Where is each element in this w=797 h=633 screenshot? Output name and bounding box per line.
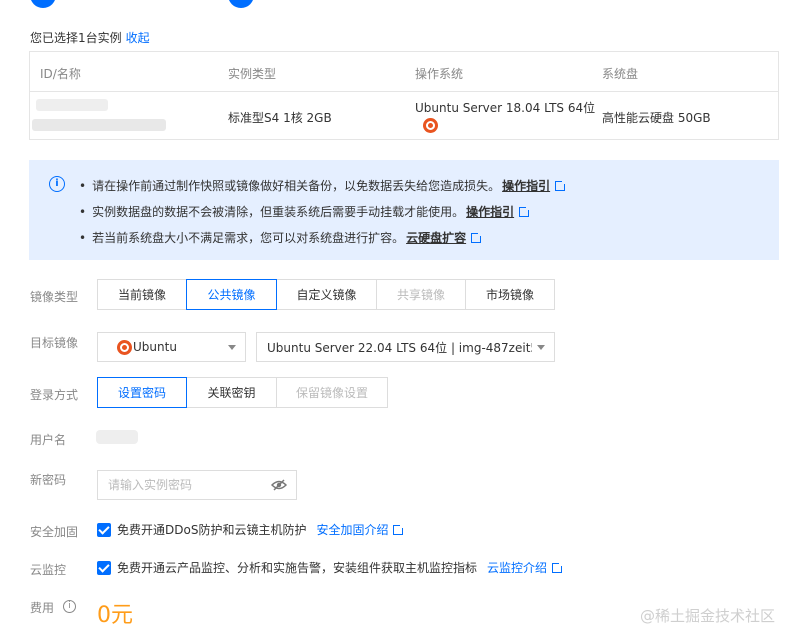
col-header-id: ID/名称 bbox=[40, 67, 81, 81]
tab-public-image[interactable]: 公共镜像 bbox=[186, 279, 277, 310]
image-version-value: Ubuntu Server 22.04 LTS 64位 | img-487zei… bbox=[267, 340, 532, 355]
step-indicator-2 bbox=[228, 0, 254, 8]
notice-text: 若当前系统盘大小不满足需求，您可以对系统盘进行扩容。 bbox=[92, 231, 405, 245]
os-select[interactable]: Ubuntu bbox=[97, 332, 246, 362]
instance-table-header: ID/名称 实例类型 操作系统 系统盘 bbox=[30, 52, 778, 92]
monitoring-checkbox-label: 免费开通云产品监控、分析和实施告警，安装组件获取主机监控指标 bbox=[117, 561, 478, 575]
selection-summary: 您已选择1台实例 收起 bbox=[30, 29, 150, 46]
external-link-icon[interactable] bbox=[555, 179, 568, 191]
target-image-label: 目标镜像 bbox=[30, 336, 79, 350]
eye-off-icon[interactable] bbox=[271, 477, 287, 493]
username-label: 用户名 bbox=[30, 433, 67, 447]
external-link-icon[interactable] bbox=[552, 560, 565, 573]
tab-custom-image[interactable]: 自定义镜像 bbox=[276, 279, 377, 310]
notice-text: 请在操作前通过制作快照或镜像做好相关备份，以免数据丢失给您造成损失。 bbox=[92, 179, 501, 193]
collapse-link[interactable]: 收起 bbox=[126, 31, 150, 45]
notice-box: i • 请在操作前通过制作快照或镜像做好相关备份，以免数据丢失给您造成损失。 操作指… bbox=[29, 160, 779, 260]
ubuntu-icon bbox=[423, 118, 438, 133]
notice-item: • 实例数据盘的数据不会被清除，但重装系统后需要手动挂载才能使用。 操作指引 bbox=[79, 203, 532, 220]
disk-cell: 高性能云硬盘 50GB bbox=[602, 111, 711, 125]
monitoring-intro-link[interactable]: 云监控介绍 bbox=[487, 559, 547, 576]
monitoring-label: 云监控 bbox=[30, 563, 67, 577]
external-link-icon[interactable] bbox=[519, 205, 532, 217]
security-intro-link[interactable]: 安全加固介绍 bbox=[316, 521, 388, 538]
security-option: 免费开通DDoS防护和云镜主机防护 安全加固介绍 bbox=[97, 521, 406, 538]
chevron-down-icon bbox=[537, 345, 545, 350]
fee-value: 0元 bbox=[97, 603, 133, 628]
os-cell: Ubuntu Server 18.04 LTS 64位 bbox=[415, 101, 596, 115]
tab-keep-image-settings[interactable]: 保留镜像设置 bbox=[276, 377, 388, 408]
tab-link-key[interactable]: 关联密钥 bbox=[186, 377, 277, 408]
instance-type-cell: 标准型S4 1核 2GB bbox=[228, 111, 332, 125]
watermark: @稀土掘金技术社区 bbox=[640, 607, 776, 625]
monitoring-option: 免费开通云产品监控、分析和实施告警，安装组件获取主机监控指标 云监控介绍 bbox=[97, 559, 565, 576]
col-header-os: 操作系统 bbox=[415, 67, 464, 81]
guide-link[interactable]: 操作指引 bbox=[466, 205, 514, 219]
tab-set-password[interactable]: 设置密码 bbox=[97, 377, 187, 408]
security-label: 安全加固 bbox=[30, 525, 79, 539]
guide-link[interactable]: 操作指引 bbox=[502, 179, 550, 193]
username-redacted bbox=[96, 430, 138, 444]
security-checkbox[interactable] bbox=[97, 522, 111, 537]
monitoring-checkbox[interactable] bbox=[97, 560, 111, 575]
notice-text: 实例数据盘的数据不会被清除，但重装系统后需要手动挂载才能使用。 bbox=[92, 205, 465, 219]
new-password-label: 新密码 bbox=[30, 473, 67, 487]
col-header-type: 实例类型 bbox=[228, 67, 277, 81]
instance-table: ID/名称 实例类型 操作系统 系统盘 标准型S4 1核 2GB Ubuntu … bbox=[29, 51, 779, 140]
notice-item: • 若当前系统盘大小不满足需求，您可以对系统盘进行扩容。 云硬盘扩容 bbox=[79, 229, 484, 246]
image-type-label: 镜像类型 bbox=[30, 290, 79, 304]
image-type-segmented: 当前镜像 公共镜像 自定义镜像 共享镜像 市场镜像 bbox=[97, 279, 555, 310]
notice-item: • 请在操作前通过制作快照或镜像做好相关备份，以免数据丢失给您造成损失。 操作指引 bbox=[79, 177, 568, 194]
instance-id-redacted bbox=[30, 92, 200, 140]
table-row: 标准型S4 1核 2GB Ubuntu Server 18.04 LTS 64位… bbox=[30, 92, 778, 140]
login-method-label: 登录方式 bbox=[30, 388, 79, 402]
external-link-icon[interactable] bbox=[393, 522, 406, 535]
os-select-value: Ubuntu bbox=[133, 340, 177, 354]
info-icon[interactable]: i bbox=[63, 600, 76, 613]
col-header-disk: 系统盘 bbox=[602, 67, 639, 81]
login-method-segmented: 设置密码 关联密钥 保留镜像设置 bbox=[97, 377, 388, 408]
chevron-down-icon bbox=[228, 345, 236, 350]
ubuntu-icon bbox=[117, 340, 132, 355]
fee-label: 费用 bbox=[30, 601, 55, 615]
security-checkbox-label: 免费开通DDoS防护和云镜主机防护 bbox=[117, 523, 307, 537]
image-version-select[interactable]: Ubuntu Server 22.04 LTS 64位 | img-487zei… bbox=[256, 332, 555, 362]
selection-text: 您已选择1台实例 bbox=[30, 31, 122, 45]
tab-current-image[interactable]: 当前镜像 bbox=[97, 279, 187, 310]
step-indicator-1 bbox=[30, 0, 56, 8]
info-icon: i bbox=[49, 176, 65, 192]
disk-expand-link[interactable]: 云硬盘扩容 bbox=[406, 231, 466, 245]
password-input[interactable] bbox=[97, 470, 297, 500]
external-link-icon[interactable] bbox=[471, 231, 484, 243]
tab-market-image[interactable]: 市场镜像 bbox=[465, 279, 555, 310]
tab-shared-image[interactable]: 共享镜像 bbox=[376, 279, 466, 310]
